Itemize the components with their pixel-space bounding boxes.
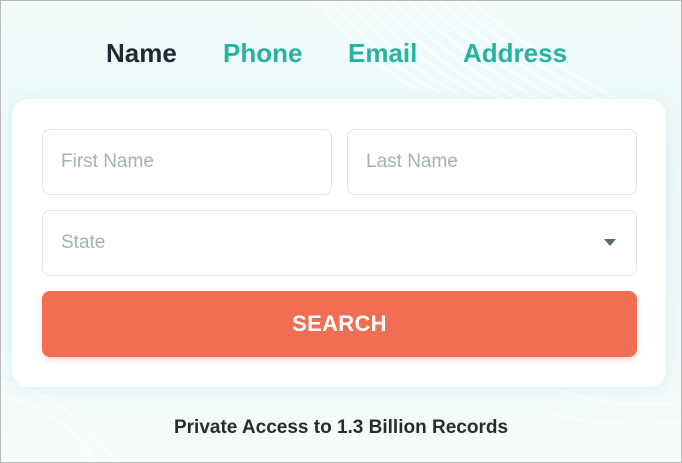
state-select-placeholder: State [61,232,106,253]
search-type-tabs: Name Phone Email Address [1,35,681,71]
first-name-input[interactable] [43,130,331,194]
tagline: Private Access to 1.3 Billion Records [173,417,509,438]
search-widget: Name Phone Email Address State SEARCH Pr… [0,0,682,463]
state-select[interactable]: State [42,210,637,276]
last-name-field-wrapper [347,129,637,195]
tab-phone[interactable]: Phone [223,35,302,71]
tab-name[interactable]: Name [106,35,177,71]
search-button[interactable]: SEARCH [42,291,637,357]
tab-address[interactable]: Address [463,35,567,71]
chevron-down-icon [604,239,616,246]
last-name-input[interactable] [348,130,636,194]
first-name-field-wrapper [42,129,332,195]
search-form-card: State SEARCH [12,99,666,387]
tab-email[interactable]: Email [348,35,417,71]
